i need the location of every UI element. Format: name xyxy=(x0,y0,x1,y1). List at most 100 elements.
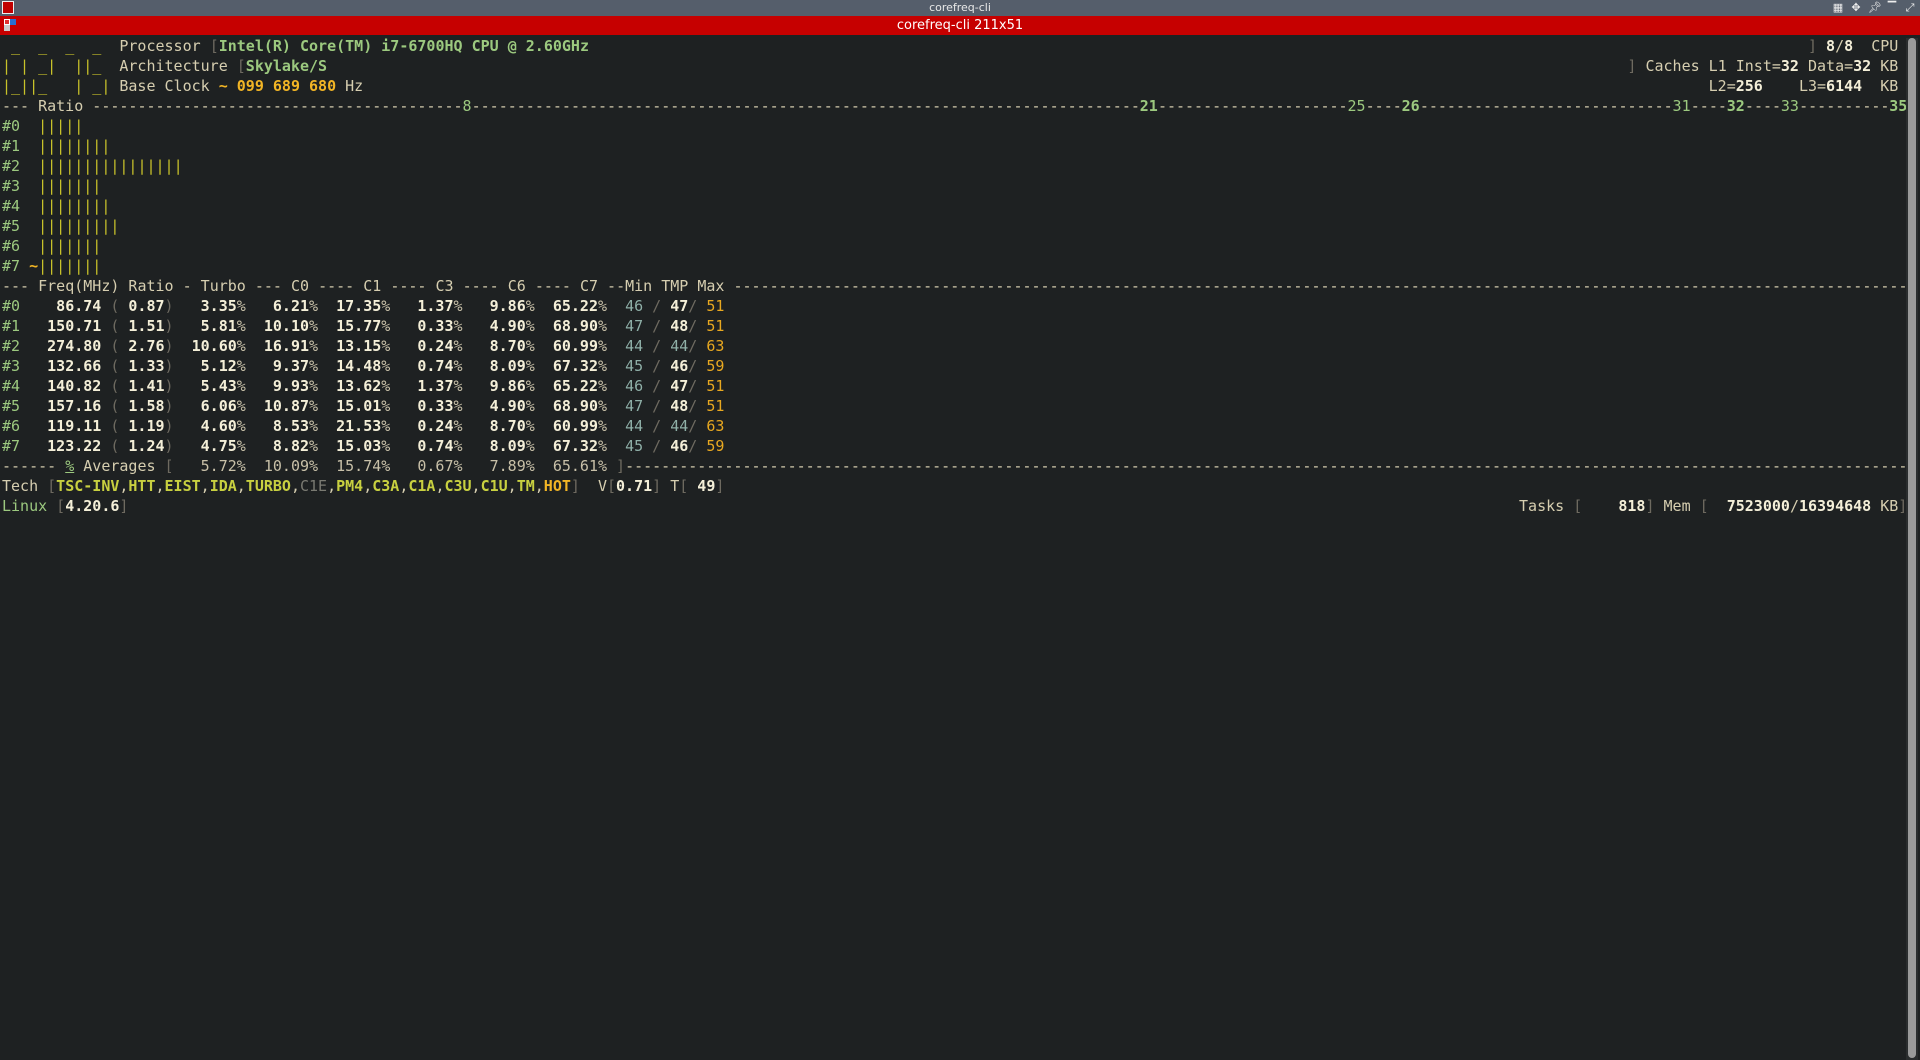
c3-value: 1.37 xyxy=(417,377,454,395)
terminal-text: % xyxy=(525,437,535,455)
terminal-text: / xyxy=(652,297,662,315)
terminal-text: Hz xyxy=(345,77,364,95)
temp-max: 51 xyxy=(706,297,725,315)
ratio-tick: 32 xyxy=(1726,96,1745,116)
temp-min: 45 xyxy=(625,437,644,455)
terminal-text: ( xyxy=(110,297,120,315)
terminal-text: % xyxy=(525,417,535,435)
cpu-label: #0 xyxy=(2,117,21,135)
c6-value: 4.90 xyxy=(489,397,526,415)
base-clock-label: Base Clock xyxy=(119,77,210,95)
tech-feature: C3A xyxy=(372,477,400,495)
c7-value: 65.22 xyxy=(552,377,598,395)
tile-icon[interactable]: ▦ xyxy=(1832,2,1844,14)
terminal-text: % xyxy=(309,437,319,455)
temp-max: 51 xyxy=(706,377,725,395)
cpu-label: #2 xyxy=(2,157,21,175)
c1-value: 15.01 xyxy=(336,397,382,415)
terminal-text: % xyxy=(525,397,535,415)
terminal-text: / xyxy=(652,437,662,455)
terminal-text: % xyxy=(525,357,535,375)
l3-cache: 6144 xyxy=(1826,77,1863,95)
terminal-text: , xyxy=(155,477,165,495)
processor-label: Processor xyxy=(119,37,201,55)
terminal-text: [ xyxy=(56,497,66,515)
temp-current: 47 xyxy=(670,297,689,315)
terminal-text: % xyxy=(597,397,607,415)
terminal-text: % xyxy=(236,297,246,315)
terminal-screen[interactable]: _ _ _ _ | | _| ||_ |_||_ | _| Processor[Int… xyxy=(2,36,1908,1060)
ratio-value: 1.33 xyxy=(128,357,165,375)
terminal-text: ----------------------------------------… xyxy=(625,457,1908,475)
cpu-label: #5 xyxy=(2,397,21,415)
l1-inst: 32 xyxy=(1780,57,1799,75)
pin-icon[interactable]: 📌︎ xyxy=(1868,2,1882,14)
terminal-text: / xyxy=(652,397,662,415)
architecture-name: Skylake/S xyxy=(245,57,328,75)
terminal-text: % xyxy=(236,397,246,415)
tech-feature: HOT xyxy=(543,477,571,495)
terminal-menu-icon[interactable] xyxy=(4,19,16,31)
cpu-label: #4 xyxy=(2,197,21,215)
cpu-label: #6 xyxy=(2,417,21,435)
tech-feature: EIST xyxy=(164,477,201,495)
maximize-icon[interactable]: ⤢ xyxy=(1904,2,1916,14)
terminal-text: Inst xyxy=(1735,57,1772,75)
terminal-text: , xyxy=(327,477,337,495)
terminal-text: ------ xyxy=(2,457,57,475)
terminal-text: ( xyxy=(110,397,120,415)
ratio-bar: ||||||| xyxy=(38,237,102,255)
terminal-text: KB xyxy=(1880,77,1899,95)
terminal-text: KB xyxy=(1880,57,1899,75)
terminal-text: = xyxy=(1817,77,1827,95)
c0-value: 16.91 xyxy=(263,337,310,355)
cpu-label: #7 xyxy=(2,257,21,275)
cpu-label: #4 xyxy=(2,377,21,395)
terminal-text: , xyxy=(435,477,445,495)
voltage-label: V xyxy=(597,477,607,495)
shade-icon[interactable]: ▔ xyxy=(1886,2,1898,14)
scrollbar-thumb[interactable] xyxy=(1908,38,1916,1058)
table-header: --- Freq(MHz) Ratio - Turbo --- C0 ---- … xyxy=(2,277,1908,295)
temp-min: 44 xyxy=(625,417,644,435)
c6-value: 8.09 xyxy=(489,357,526,375)
c6-value: 8.09 xyxy=(489,437,526,455)
cpu-online: 8 xyxy=(1826,37,1836,55)
terminal-text: / xyxy=(652,377,662,395)
window-titlebar: corefreq-cli ▦ ✥ 📌︎ ▔ ⤢ xyxy=(0,0,1920,16)
avg-c1: 15.74 xyxy=(336,457,382,475)
c7-value: 60.99 xyxy=(552,417,598,435)
turbo-value: 4.60 xyxy=(200,417,237,435)
terminal-text: % xyxy=(597,297,607,315)
c0-value: 8.53 xyxy=(272,417,310,435)
terminal-text: % xyxy=(309,297,319,315)
c1-value: 14.48 xyxy=(336,357,382,375)
base-clock: 099 689 680 xyxy=(236,77,337,95)
terminal-text: ] xyxy=(1627,57,1637,75)
terminal-text: % xyxy=(309,357,319,375)
tech-feature: C3U xyxy=(444,477,472,495)
terminal-text: % xyxy=(597,317,607,335)
turbo-value: 6.06 xyxy=(200,397,237,415)
temp-max: 59 xyxy=(706,437,725,455)
logo: _ _ _ _ xyxy=(2,37,102,55)
app-icon[interactable] xyxy=(2,1,14,14)
c7-value: 65.22 xyxy=(552,297,598,315)
kernel-version: 4.20.6 xyxy=(65,497,120,515)
terminal-text: % xyxy=(381,317,391,335)
c0-value: 6.21 xyxy=(272,297,310,315)
scrollbar[interactable] xyxy=(1906,38,1918,1060)
ratio-tick: 25 xyxy=(1347,96,1366,116)
move-icon[interactable]: ✥ xyxy=(1850,2,1862,14)
c1-value: 13.15 xyxy=(336,337,382,355)
terminal-text: , xyxy=(200,477,210,495)
terminal-text: , xyxy=(363,477,373,495)
freq-value: 274.80 xyxy=(47,337,102,355)
ratio-label: Ratio xyxy=(29,96,93,116)
c7-value: 68.90 xyxy=(552,397,598,415)
c3-value: 0.33 xyxy=(417,397,454,415)
cpu-label: #6 xyxy=(2,237,21,255)
tech-feature: C1A xyxy=(408,477,436,495)
freq-value: 119.11 xyxy=(47,417,102,435)
c7-value: 67.32 xyxy=(552,437,598,455)
